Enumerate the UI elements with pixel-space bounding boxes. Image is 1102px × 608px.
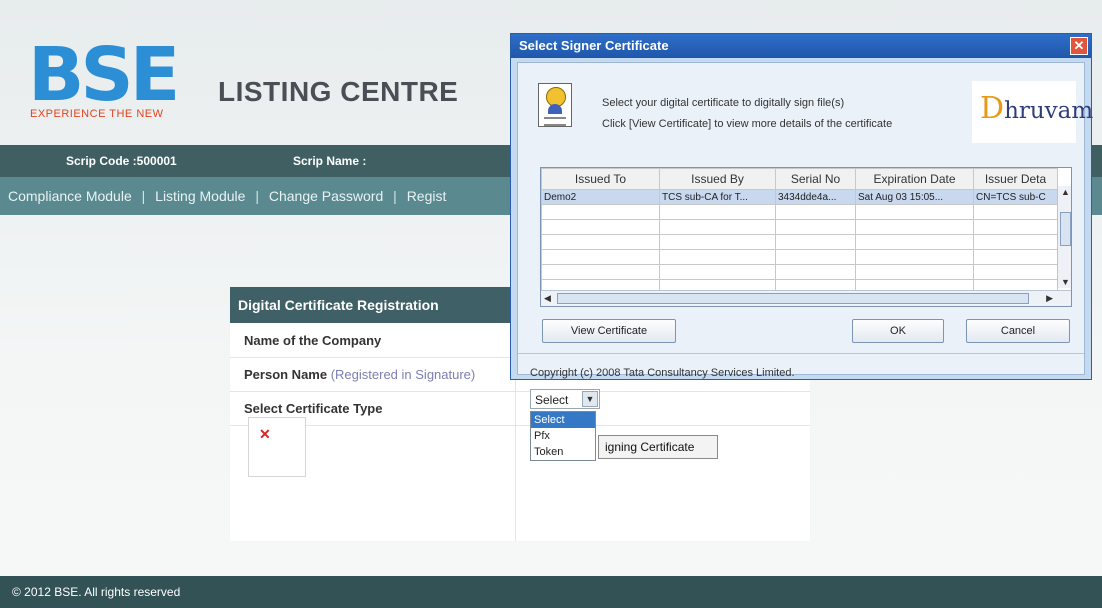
logo-tagline: EXPERIENCE THE NEW xyxy=(30,108,164,120)
nav-separator: | xyxy=(255,188,259,204)
select-value: Select xyxy=(535,393,569,407)
brand-name: hruvam xyxy=(1004,98,1094,124)
site-title: LISTING CENTRE xyxy=(218,76,459,107)
col-issued-to[interactable]: Issued To xyxy=(541,168,660,190)
cert-type-row: Select Certificate Type xyxy=(230,391,810,426)
copyright-text: © 2012 BSE. All rights reserved xyxy=(12,585,181,599)
chevron-down-icon[interactable]: ▼ xyxy=(582,391,598,407)
cell-issued-to: Demo2 xyxy=(541,189,660,205)
view-certificate-button[interactable]: View Certificate xyxy=(542,319,676,343)
scrip-code: Scrip Code :500001 xyxy=(66,154,177,168)
scroll-thumb[interactable] xyxy=(557,293,1029,304)
col-expiration-date[interactable]: Expiration Date xyxy=(855,168,974,190)
logo-mark: BSE xyxy=(28,32,180,118)
col-issued-by[interactable]: Issued By xyxy=(659,168,776,190)
certificate-type-dropdown: Select Pfx Token xyxy=(530,411,596,461)
cell-serial-no: 3434dde4a... xyxy=(775,189,856,205)
col-serial-no[interactable]: Serial No xyxy=(775,168,856,190)
nav-registration[interactable]: Regist xyxy=(407,188,447,204)
table-row[interactable]: Demo2 TCS sub-CA for T... 3434dde4a... S… xyxy=(541,189,1058,205)
scroll-right-icon[interactable]: ▶ xyxy=(1046,293,1053,304)
table-row-empty xyxy=(541,264,1058,280)
table-row-empty xyxy=(541,234,1058,250)
cert-type-label: Select Certificate Type xyxy=(244,401,383,416)
footer: © 2012 BSE. All rights reserved xyxy=(0,576,1102,608)
scroll-left-icon[interactable]: ◀ xyxy=(544,293,551,304)
dialog-body: Select your digital certificate to digit… xyxy=(517,62,1093,379)
table-row-empty xyxy=(541,249,1058,265)
close-icon[interactable]: ✕ xyxy=(1070,37,1088,55)
signing-certificate-button[interactable]: igning Certificate xyxy=(598,435,718,459)
dialog-divider xyxy=(518,353,1084,354)
dialog-message-1: Select your digital certificate to digit… xyxy=(602,97,845,109)
vertical-scrollbar[interactable]: ▲ ▼ xyxy=(1057,186,1071,288)
nav-compliance-module[interactable]: Compliance Module xyxy=(8,188,132,204)
option-pfx[interactable]: Pfx xyxy=(531,428,595,444)
bse-logo: BSE EXPERIENCE THE NEW xyxy=(28,38,208,128)
dialog-copyright: Copyright (c) 2008 Tata Consultancy Serv… xyxy=(530,367,795,379)
ok-button[interactable]: OK xyxy=(852,319,944,343)
certificate-table: Issued To Issued By Serial No Expiration… xyxy=(540,167,1072,307)
cell-issued-by: TCS sub-CA for T... xyxy=(659,189,776,205)
broken-image-icon: ✕ xyxy=(259,426,271,442)
select-signer-dialog: Select Signer Certificate ✕ Select your … xyxy=(510,33,1093,380)
dialog-title: Select Signer Certificate xyxy=(511,34,1091,58)
dhruvam-logo: Dhruvam xyxy=(972,81,1093,143)
scrip-name: Scrip Name : xyxy=(293,154,367,168)
scroll-up-icon[interactable]: ▲ xyxy=(1061,187,1070,197)
broken-image: ✕ xyxy=(248,417,306,477)
certificate-icon xyxy=(538,83,572,127)
person-label-note: (Registered in Signature) xyxy=(330,367,476,382)
table-row-empty xyxy=(541,219,1058,235)
scroll-down-icon[interactable]: ▼ xyxy=(1061,277,1070,287)
cell-issuer-details: CN=TCS sub-C xyxy=(973,189,1058,205)
table-row-empty xyxy=(541,204,1058,220)
cancel-button[interactable]: Cancel xyxy=(966,319,1070,343)
dialog-message-2: Click [View Certificate] to view more de… xyxy=(602,118,893,130)
nav-separator: | xyxy=(141,188,146,204)
option-select[interactable]: Select xyxy=(531,412,595,428)
cell-expiration-date: Sat Aug 03 15:05... xyxy=(855,189,974,205)
scroll-thumb[interactable] xyxy=(1060,212,1071,246)
option-token[interactable]: Token xyxy=(531,444,595,460)
person-label-text: Person Name xyxy=(244,367,328,382)
nav-separator: | xyxy=(393,188,397,204)
company-label: Name of the Company xyxy=(244,333,382,348)
horizontal-scrollbar[interactable]: ◀ ▶ xyxy=(541,290,1071,306)
certificate-type-select[interactable]: Select ▼ xyxy=(530,389,600,409)
nav-listing-module[interactable]: Listing Module xyxy=(155,188,245,204)
nav-change-password[interactable]: Change Password xyxy=(269,188,383,204)
person-label: Person Name (Registered in Signature) xyxy=(244,367,475,382)
col-issuer-details[interactable]: Issuer Deta xyxy=(973,168,1058,190)
brand-initial: D xyxy=(980,91,1005,126)
